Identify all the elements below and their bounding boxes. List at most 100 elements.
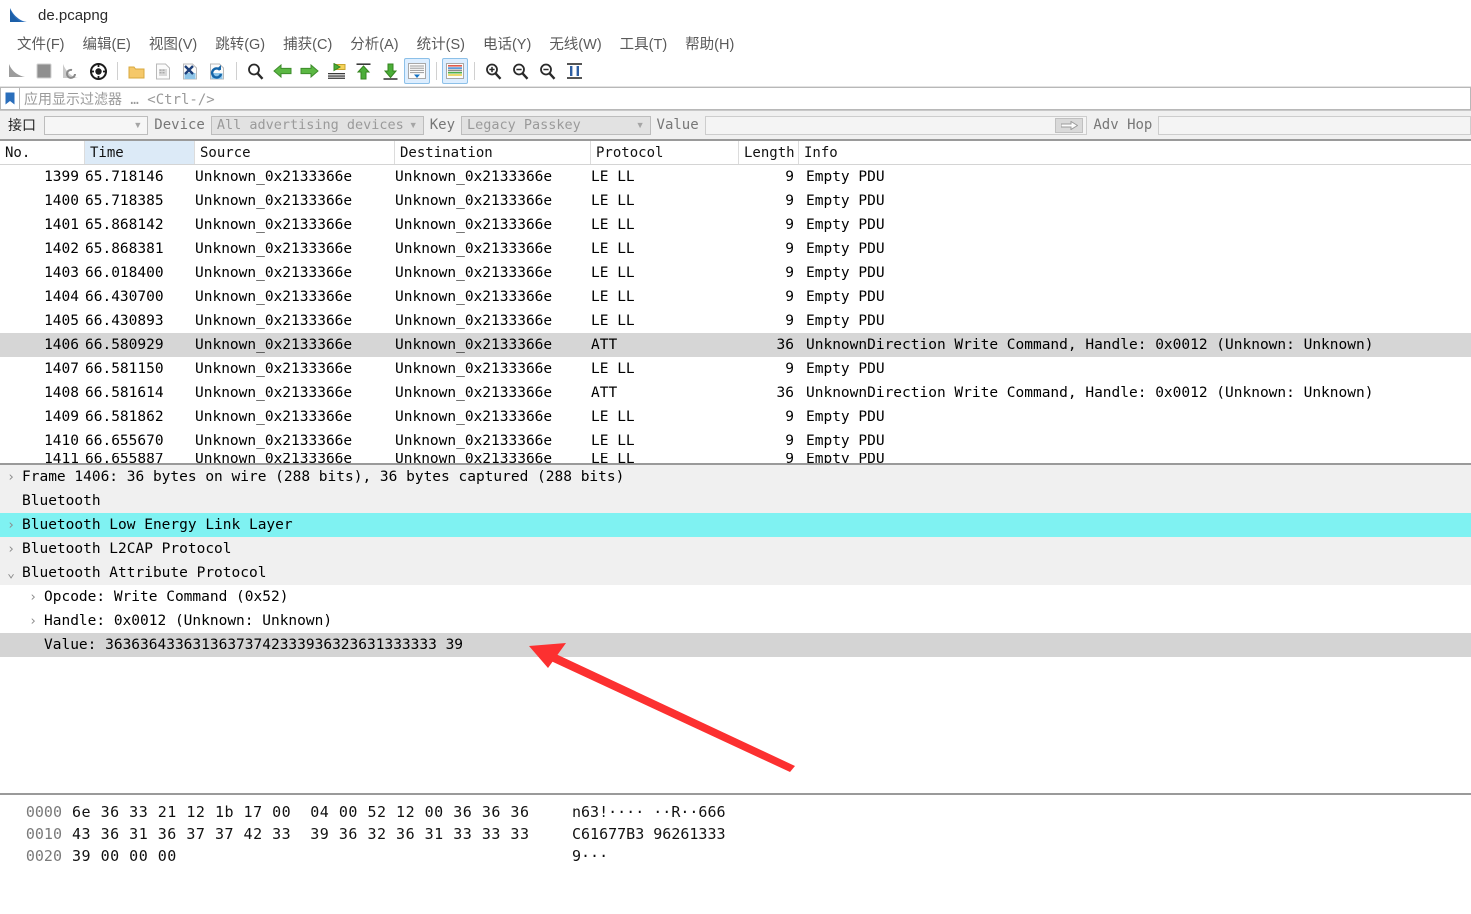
table-row[interactable]: 1399 65.718146 Unknown_0x2133366e Unknow… — [0, 165, 1471, 189]
hex-offset: 0000 — [25, 803, 62, 821]
menu-go[interactable]: 跳转(G) — [206, 33, 274, 54]
hex-bytes-right: 04 00 52 12 00 36 36 36 — [310, 803, 530, 821]
cell-protocol: LE LL — [591, 409, 635, 425]
table-row-selected[interactable]: 1406 66.580929 Unknown_0x2133366e Unknow… — [0, 333, 1471, 357]
stop-capture-icon[interactable] — [31, 58, 57, 84]
go-first-packet-icon[interactable] — [350, 58, 376, 84]
table-row[interactable]: 1402 65.868381 Unknown_0x2133366e Unknow… — [0, 237, 1471, 261]
cell-protocol: ATT — [591, 337, 618, 353]
cell-info: Empty PDU — [806, 241, 885, 257]
table-row[interactable]: 1405 66.430893 Unknown_0x2133366e Unknow… — [0, 309, 1471, 333]
chevron-right-icon[interactable]: › — [22, 590, 44, 605]
cell-time: 66.580929 — [85, 337, 164, 353]
hex-offset: 0020 — [25, 847, 62, 865]
detail-label-value: Value: 363636433631363737423339363236313… — [44, 637, 464, 653]
detail-label: Bluetooth — [22, 493, 101, 509]
detail-row-bluetooth[interactable]: Bluetooth — [0, 489, 1471, 513]
restart-capture-icon[interactable] — [58, 58, 84, 84]
table-row[interactable]: 1409 66.581862 Unknown_0x2133366e Unknow… — [0, 405, 1471, 429]
menu-help[interactable]: 帮助(H) — [676, 33, 743, 54]
colorize-icon[interactable] — [442, 58, 468, 84]
zoom-reset-icon[interactable] — [534, 58, 560, 84]
interface-select[interactable]: ▼ — [44, 115, 149, 135]
chevron-right-icon[interactable]: › — [22, 614, 44, 629]
menu-analyze[interactable]: 分析(A) — [341, 33, 407, 54]
cell-time: 66.655887 — [85, 453, 164, 464]
chevron-down-icon[interactable]: ⌄ — [0, 566, 22, 581]
cell-source: Unknown_0x2133366e — [195, 361, 353, 377]
cell-no: 1399 — [44, 169, 79, 185]
detail-row-opcode[interactable]: › Opcode: Write Command (0x52) — [0, 585, 1471, 609]
chevron-right-icon[interactable]: › — [0, 518, 22, 533]
open-file-icon[interactable] — [123, 58, 149, 84]
detail-row-le-link-layer[interactable]: › Bluetooth Low Energy Link Layer — [0, 513, 1471, 537]
go-to-packet-icon[interactable] — [323, 58, 349, 84]
packet-details-pane[interactable]: › Frame 1406: 36 bytes on wire (288 bits… — [0, 465, 1471, 795]
column-length[interactable]: Length — [739, 141, 799, 164]
cell-protocol: LE LL — [591, 169, 635, 185]
packet-list-pane[interactable]: No. Time Source Destination Protocol Len… — [0, 141, 1471, 465]
cell-info: Empty PDU — [806, 361, 885, 377]
find-packet-icon[interactable] — [242, 58, 268, 84]
chevron-right-icon[interactable]: › — [0, 470, 22, 485]
menu-file[interactable]: 文件(F) — [8, 33, 74, 54]
auto-scroll-icon[interactable] — [404, 58, 430, 84]
zoom-in-icon[interactable] — [480, 58, 506, 84]
detail-row-value-selected[interactable]: Value: 363636433631363737423339363236313… — [0, 633, 1471, 657]
detail-row-att[interactable]: ⌄ Bluetooth Attribute Protocol — [0, 561, 1471, 585]
column-source[interactable]: Source — [195, 141, 395, 164]
menu-capture[interactable]: 捕获(C) — [274, 33, 341, 54]
table-row[interactable]: 1411 66.655887 Unknown_0x2133366e Unknow… — [0, 453, 1471, 464]
capture-options-icon[interactable] — [85, 58, 111, 84]
filter-bookmark-icon[interactable] — [0, 87, 19, 110]
table-row[interactable]: 1401 65.868142 Unknown_0x2133366e Unknow… — [0, 213, 1471, 237]
go-forward-icon[interactable] — [296, 58, 322, 84]
key-select[interactable]: Legacy Passkey ▼ — [461, 115, 651, 135]
cell-destination: Unknown_0x2133366e — [395, 169, 553, 185]
table-row[interactable]: 1407 66.581150 Unknown_0x2133366e Unknow… — [0, 357, 1471, 381]
menu-telephony[interactable]: 电话(Y) — [474, 33, 540, 54]
cell-time: 65.718146 — [85, 169, 164, 185]
column-no[interactable]: No. — [0, 141, 85, 164]
table-row[interactable]: 1410 66.655670 Unknown_0x2133366e Unknow… — [0, 429, 1471, 453]
cell-destination: Unknown_0x2133366e — [395, 265, 553, 281]
column-time[interactable]: Time — [85, 141, 195, 164]
menu-edit[interactable]: 编辑(E) — [74, 33, 140, 54]
arrow-right-icon[interactable] — [1055, 117, 1084, 133]
close-file-icon[interactable] — [177, 58, 203, 84]
reload-file-icon[interactable] — [204, 58, 230, 84]
detail-row-frame[interactable]: › Frame 1406: 36 bytes on wire (288 bits… — [0, 465, 1471, 489]
start-capture-icon[interactable] — [4, 58, 30, 84]
advhop-input[interactable] — [1158, 115, 1471, 135]
detail-row-l2cap[interactable]: › Bluetooth L2CAP Protocol — [0, 537, 1471, 561]
cell-no: 1411 — [44, 453, 79, 464]
cell-length: 9 — [785, 289, 794, 305]
value-input[interactable] — [704, 115, 1088, 135]
detail-row-handle[interactable]: › Handle: 0x0012 (Unknown: Unknown) — [0, 609, 1471, 633]
go-back-icon[interactable] — [269, 58, 295, 84]
hex-dump-pane[interactable]: 0000 6e 36 33 21 12 1b 17 00 04 00 52 12… — [0, 795, 1471, 867]
display-filter-input[interactable]: 应用显示过滤器 … <Ctrl-/> — [19, 87, 1471, 110]
column-destination[interactable]: Destination — [395, 141, 591, 164]
column-info[interactable]: Info — [799, 141, 1471, 164]
resize-columns-icon[interactable] — [561, 58, 587, 84]
table-row[interactable]: 1404 66.430700 Unknown_0x2133366e Unknow… — [0, 285, 1471, 309]
cell-destination: Unknown_0x2133366e — [395, 217, 553, 233]
advhop-label: Adv Hop — [1093, 117, 1153, 133]
table-row[interactable]: 1408 66.581614 Unknown_0x2133366e Unknow… — [0, 381, 1471, 405]
display-filter-placeholder: 应用显示过滤器 … <Ctrl-/> — [24, 91, 215, 108]
table-row[interactable]: 1403 66.018400 Unknown_0x2133366e Unknow… — [0, 261, 1471, 285]
cell-length: 9 — [785, 409, 794, 425]
go-last-packet-icon[interactable] — [377, 58, 403, 84]
menu-statistics[interactable]: 统计(S) — [408, 33, 474, 54]
table-row[interactable]: 1400 65.718385 Unknown_0x2133366e Unknow… — [0, 189, 1471, 213]
menu-wireless[interactable]: 无线(W) — [540, 33, 610, 54]
column-protocol[interactable]: Protocol — [591, 141, 739, 164]
zoom-out-icon[interactable] — [507, 58, 533, 84]
chevron-right-icon[interactable]: › — [0, 542, 22, 557]
save-file-icon[interactable] — [150, 58, 176, 84]
cell-time: 65.868142 — [85, 217, 164, 233]
menu-view[interactable]: 视图(V) — [140, 33, 206, 54]
menu-tools[interactable]: 工具(T) — [611, 33, 677, 54]
device-select[interactable]: All advertising devices ▼ — [210, 115, 424, 135]
